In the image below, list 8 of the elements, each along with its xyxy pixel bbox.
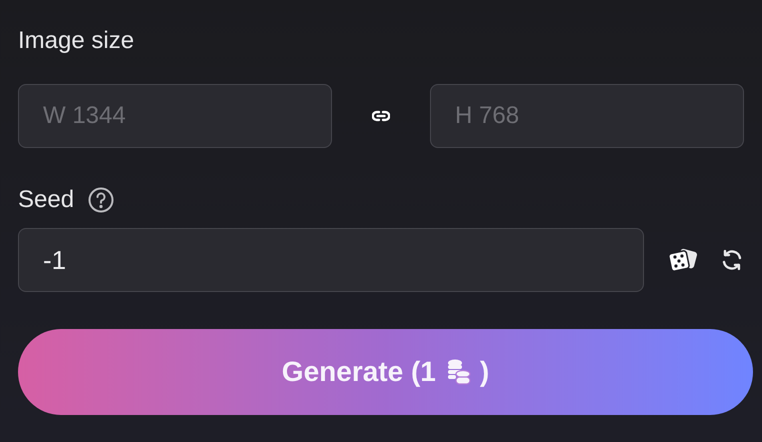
seed-field[interactable]: -1 xyxy=(18,228,644,292)
seed-label: Seed xyxy=(18,185,74,215)
width-field[interactable]: W 1344 xyxy=(18,84,332,148)
link-icon[interactable] xyxy=(372,109,390,123)
refresh-icon[interactable] xyxy=(720,248,744,272)
help-icon[interactable] xyxy=(88,187,114,213)
height-field[interactable]: H 768 xyxy=(430,84,744,148)
image-size-label: Image size xyxy=(18,26,134,56)
